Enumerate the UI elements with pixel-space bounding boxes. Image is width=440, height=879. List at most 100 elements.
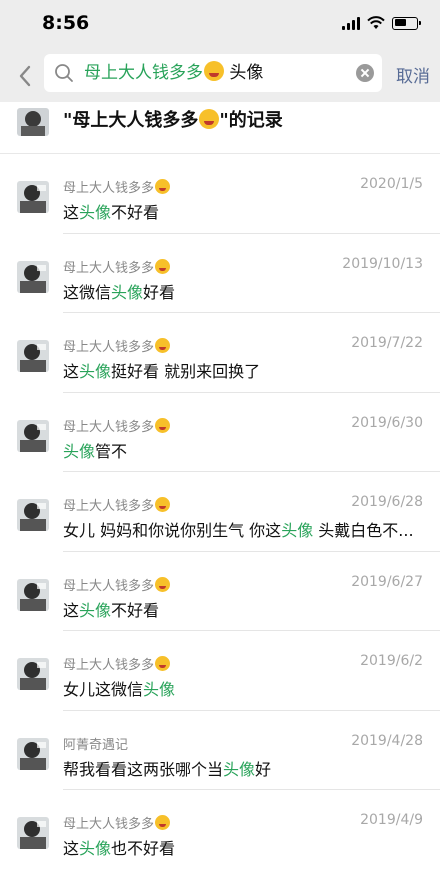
- search-icon: [55, 64, 73, 82]
- message-date: 2019/4/9: [360, 812, 423, 828]
- back-chevron-icon[interactable]: [14, 62, 36, 90]
- message-text: 这: [63, 203, 80, 222]
- message-date: 2019/6/28: [351, 494, 423, 510]
- avatar: [17, 181, 49, 213]
- smiling-face-emoji-icon: [204, 61, 224, 81]
- smiling-face-emoji-icon: [155, 338, 171, 353]
- avatar: [17, 499, 49, 531]
- message-text: 这: [63, 362, 80, 381]
- message-text: 女儿 妈妈和你说你别生气 你这: [63, 521, 282, 540]
- message-text: 挺好看 就别来回换了: [111, 362, 261, 381]
- search-keyword: 头像: [224, 63, 264, 83]
- wifi-icon: [367, 16, 385, 29]
- message-text: 管不: [95, 441, 128, 461]
- list-item[interactable]: 母上大人钱多多 2019/6/2 女儿这微信头像: [0, 631, 440, 711]
- message-date: 2019/4/28: [351, 732, 423, 749]
- message-snippet: 女儿这微信头像: [63, 676, 423, 700]
- message-text: 不好看: [111, 600, 160, 620]
- sender-text: 母上大人钱多多: [63, 419, 155, 435]
- message-snippet: 这头像不好看: [63, 597, 423, 621]
- status-icons: [342, 16, 421, 30]
- list-item[interactable]: 母上大人钱多多 2020/1/5 这头像不好看: [0, 154, 440, 234]
- sender-name: 母上大人钱多多: [63, 257, 171, 276]
- list-item[interactable]: 母上大人钱多多 2019/6/27 这头像不好看: [0, 552, 440, 632]
- keyword-highlight: 头像: [79, 839, 112, 858]
- search-input[interactable]: 母上大人钱多多 头像: [84, 61, 263, 85]
- sender-text: 母上大人钱多多: [63, 340, 155, 355]
- status-bar: 8:56: [0, 0, 440, 50]
- sender-text: 母上大人钱多多: [63, 578, 155, 594]
- sender-text: 母上大人钱多多: [63, 499, 155, 514]
- message-text: 好: [255, 759, 272, 779]
- message-text: 也不好看: [111, 839, 176, 858]
- sender-text: 母上大人钱多多: [63, 817, 155, 832]
- clear-search-icon[interactable]: [356, 64, 374, 82]
- keyword-highlight: 头像: [281, 521, 314, 540]
- smiling-face-emoji-icon: [155, 417, 171, 433]
- header-suffix: "的记录: [219, 110, 283, 131]
- avatar: [17, 658, 49, 690]
- sender-name: 母上大人钱多多: [63, 416, 171, 435]
- contact-avatar: [17, 108, 49, 136]
- results: 母上大人钱多多 2020/1/5 这头像不好看 母上大人钱多多 2019/10/…: [0, 154, 440, 870]
- message-date: 2019/10/13: [342, 255, 423, 272]
- message-text: 头戴白色不...: [313, 521, 414, 540]
- sender-text: 母上大人钱多多: [63, 658, 155, 673]
- sender-name: 阿菁奇遇记: [63, 734, 128, 753]
- message-date: 2019/6/2: [360, 653, 423, 669]
- list-item[interactable]: 母上大人钱多多 2019/6/30 头像管不: [0, 393, 440, 473]
- keyword-highlight: 头像: [79, 203, 112, 222]
- message-text: 这: [63, 600, 80, 620]
- message-date: 2020/1/5: [360, 176, 423, 192]
- search-box[interactable]: 母上大人钱多多 头像: [44, 54, 382, 92]
- signal-icon: [342, 16, 360, 30]
- search-results-list: "母上大人钱多多 "的记录 母上大人钱多多 2020/1/5 这头像不好看 母上大…: [0, 102, 440, 870]
- cancel-button[interactable]: 取消: [396, 62, 430, 87]
- message-text: 不好看: [111, 203, 160, 222]
- message-snippet: 头像管不: [63, 438, 423, 462]
- battery-icon: [392, 16, 421, 30]
- list-item[interactable]: 母上大人钱多多 2019/10/13 这微信头像好看: [0, 234, 440, 314]
- message-snippet: 这头像挺好看 就别来回换了: [63, 358, 423, 382]
- smiling-face-emoji-icon: [155, 656, 171, 671]
- smiling-face-emoji-icon: [155, 576, 171, 592]
- message-text: 这: [63, 839, 80, 858]
- sender-name: 母上大人钱多多: [63, 177, 171, 196]
- keyword-highlight: 头像: [111, 282, 144, 302]
- sender-name: 母上大人钱多多: [63, 495, 171, 514]
- sender-text: 阿菁奇遇记: [63, 737, 129, 753]
- avatar: [17, 737, 49, 770]
- results-header-title: "母上大人钱多多 "的记录: [63, 106, 283, 132]
- sender-name: 母上大人钱多多: [63, 336, 171, 355]
- sender-name: 母上大人钱多多: [63, 654, 171, 673]
- message-text: 这微信: [63, 282, 112, 302]
- list-item[interactable]: 阿菁奇遇记 2019/4/28 帮我看看这两张哪个当头像好: [0, 711, 440, 791]
- message-date: 2019/6/27: [351, 573, 423, 590]
- sender-text: 母上大人钱多多: [63, 181, 155, 196]
- results-header[interactable]: "母上大人钱多多 "的记录: [0, 102, 440, 154]
- message-text: 好看: [143, 282, 176, 302]
- status-time: 8:56: [42, 12, 90, 34]
- keyword-highlight: 头像: [79, 362, 112, 381]
- smiling-face-emoji-icon: [155, 179, 171, 194]
- sender-text: 母上大人钱多多: [63, 260, 155, 276]
- list-item[interactable]: 母上大人钱多多 2019/6/28 女儿 妈妈和你说你别生气 你这头像 头戴白色…: [0, 472, 440, 552]
- list-item[interactable]: 母上大人钱多多 2019/7/22 这头像挺好看 就别来回换了: [0, 313, 440, 393]
- avatar: [17, 817, 49, 849]
- smiling-face-emoji-icon: [155, 258, 171, 274]
- keyword-highlight: 头像: [79, 600, 112, 620]
- list-item[interactable]: 母上大人钱多多 2019/4/9 这头像也不好看: [0, 790, 440, 870]
- keyword-highlight: 头像: [63, 441, 96, 461]
- message-date: 2019/6/30: [351, 414, 423, 431]
- header-prefix: "母上大人钱多多: [63, 110, 199, 131]
- smiling-face-emoji-icon: [155, 497, 171, 512]
- avatar: [17, 578, 49, 611]
- message-snippet: 这微信头像好看: [63, 279, 423, 303]
- avatar: [17, 340, 49, 372]
- message-text: 帮我看看这两张哪个当: [63, 759, 224, 779]
- smiling-face-emoji-icon: [199, 109, 220, 129]
- keyword-highlight: 头像: [223, 759, 256, 779]
- message-date: 2019/7/22: [351, 335, 423, 351]
- message-snippet: 帮我看看这两张哪个当头像好: [63, 756, 423, 780]
- message-text: 女儿这微信: [63, 680, 144, 699]
